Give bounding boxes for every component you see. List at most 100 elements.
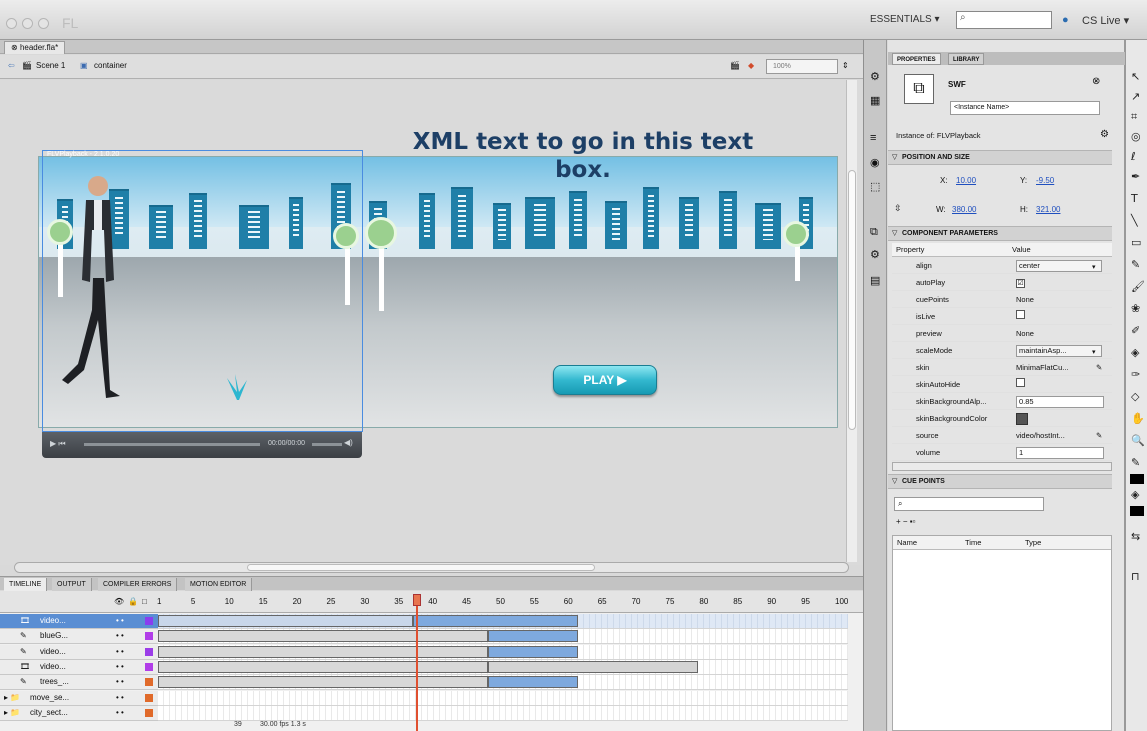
eraser-icon[interactable]: ◇ [1131,390,1139,403]
layer-outline-color[interactable] [145,647,153,656]
frames-row[interactable] [158,690,848,706]
volume-slider[interactable] [312,443,342,446]
param-row[interactable]: cuePoints None [892,292,1112,308]
cue-add-remove-icons[interactable]: + − ▪▫ [896,517,915,526]
w-value[interactable]: 380.00 [952,205,976,214]
tab-timeline[interactable]: TIMELINE [4,578,48,591]
param-select[interactable]: maintainAsp... [1016,345,1102,357]
headline-text[interactable]: XML text to go in this text box. [410,128,756,184]
layer-row[interactable]: 🎞 video... • • [0,614,158,629]
layer-visibility-lock-dots[interactable]: • • [116,706,124,720]
deco-tool-icon[interactable]: ❀ [1131,302,1140,315]
breadcrumb-symbol[interactable]: container [94,61,127,70]
tab-properties[interactable]: PROPERTIES [892,53,941,65]
play-button[interactable]: PLAY ▶ [553,365,657,395]
y-value[interactable]: -9.50 [1036,176,1054,185]
frames-row[interactable] [158,644,848,660]
param-row[interactable]: scaleMode maintainAsp... ▾ [892,343,1112,359]
zoom-tool-icon[interactable]: 🔍 [1131,434,1145,447]
play-pause-icon[interactable]: ▶ ⏮ [50,439,66,449]
param-color-swatch[interactable] [1016,413,1028,426]
component-icon[interactable]: ⚙ [1100,129,1109,140]
lasso-tool-icon[interactable]: ℓ [1131,150,1136,163]
frames-row[interactable] [158,705,848,721]
tween-span[interactable] [488,660,698,673]
param-select[interactable]: center [1016,260,1102,272]
eyedropper-icon[interactable]: ✑ [1131,368,1140,381]
edit-scene-icon[interactable]: 🎬 [730,61,740,70]
cs-live-menu[interactable]: CS Live ▾ [1082,14,1129,27]
flv-skin-controls[interactable]: ▶ ⏮ 00:00/00:00 ◀) [42,432,362,458]
param-row[interactable]: skinBackgroundColor [892,411,1112,427]
hand-tool-icon[interactable]: ✋ [1131,412,1145,425]
layer-row[interactable]: ▸ 📁 city_sect... • • [0,705,158,721]
instance-name-input[interactable]: <Instance Name> [950,101,1100,115]
param-value[interactable]: video/hostInt... [1016,428,1108,443]
layer-visibility-lock-dots[interactable]: • • [116,645,124,659]
motion-presets-icon[interactable]: ⚙ [870,70,880,83]
line-tool-icon[interactable]: ╲ [1131,214,1138,227]
scrollbar-thumb[interactable] [247,564,595,571]
tab-motion-editor[interactable]: MOTION EDITOR [185,578,253,591]
param-value[interactable] [1016,377,1108,392]
position-size-section[interactable]: POSITION AND SIZE [888,150,1112,165]
edit-symbol-icon[interactable]: ◆ [748,61,754,70]
tween-span[interactable] [413,615,578,627]
frames-row[interactable] [158,629,848,645]
cue-points-section[interactable]: CUE POINTS [888,474,1112,489]
tween-span[interactable] [488,645,578,658]
layer-visibility-lock-dots[interactable]: • • [116,629,124,643]
components-icon[interactable]: ⚙ [870,248,880,261]
layer-outline-color[interactable] [145,617,153,625]
layer-visibility-lock-dots[interactable]: • • [116,675,124,689]
param-value[interactable] [1016,309,1108,324]
free-transform-icon[interactable]: ⌗ [1131,110,1137,124]
x-value[interactable]: 10.00 [956,176,976,185]
component-parameters-section[interactable]: COMPONENT PARAMETERS [888,226,1112,241]
scrollbar-thumb[interactable] [848,170,856,430]
tween-span[interactable] [488,630,578,643]
param-checkbox[interactable]: ☑ [1016,279,1025,288]
dropdown-arrow-icon[interactable]: ▾ [1092,345,1096,360]
layer-visibility-lock-dots[interactable]: • • [116,691,124,705]
component-inspector-icon[interactable]: ▤ [870,274,880,287]
param-value[interactable]: ☑ [1016,275,1108,290]
align-panel-icon[interactable]: ≡ [870,132,876,144]
transform-panel-icon[interactable]: ⬚ [870,180,880,193]
layer-row[interactable]: ✎ trees_... • • [0,675,158,691]
show-hide-icon[interactable]: 👁 [114,597,124,606]
swap-colors-icon[interactable]: ⇆ [1131,530,1140,543]
seek-bar[interactable] [84,443,260,446]
3d-rotation-icon[interactable]: ◎ [1131,130,1141,143]
lock-icon[interactable]: 🔒 [128,597,138,606]
tab-compiler-errors[interactable]: COMPILER ERRORS [98,578,178,591]
layer-outline-color[interactable] [145,662,153,671]
bone-tool-icon[interactable]: ✐ [1131,324,1140,337]
param-row[interactable]: isLive [892,309,1112,325]
pencil-tool-icon[interactable]: ✎ [1131,258,1140,271]
cs-live-icon[interactable]: ● [1062,14,1069,26]
param-value[interactable]: None [1016,292,1108,307]
stroke-color-icon[interactable]: ✎ [1131,456,1140,469]
frames-row[interactable] [158,675,848,691]
layer-visibility-lock-dots[interactable]: • • [116,660,124,674]
param-input[interactable]: 0.85 [1016,396,1104,408]
tween-span[interactable] [158,660,488,673]
param-row[interactable]: skinAutoHide [892,377,1112,393]
layer-outline-color[interactable] [145,708,153,717]
playhead[interactable] [413,594,421,606]
document-tab[interactable]: ⊗ header.fla* [4,41,66,54]
param-row[interactable]: source ✎ video/hostInt... [892,428,1112,444]
param-row[interactable]: align center ▾ [892,258,1112,274]
cue-search-input[interactable]: ⌕ [894,497,1044,511]
layer-visibility-lock-dots[interactable]: • • [116,614,124,628]
param-checkbox[interactable] [1016,310,1025,319]
tab-output[interactable]: OUTPUT [52,578,92,591]
zoom-window-button[interactable] [38,18,49,29]
param-checkbox[interactable] [1016,378,1025,387]
workspace-switcher[interactable]: ESSENTIALS ▾ [870,14,940,25]
zoom-select[interactable]: 100% [766,59,838,74]
close-tab-icon[interactable]: ⊗ [11,43,20,52]
rectangle-tool-icon[interactable]: ▭ [1131,236,1141,249]
param-row[interactable]: preview None [892,326,1112,342]
